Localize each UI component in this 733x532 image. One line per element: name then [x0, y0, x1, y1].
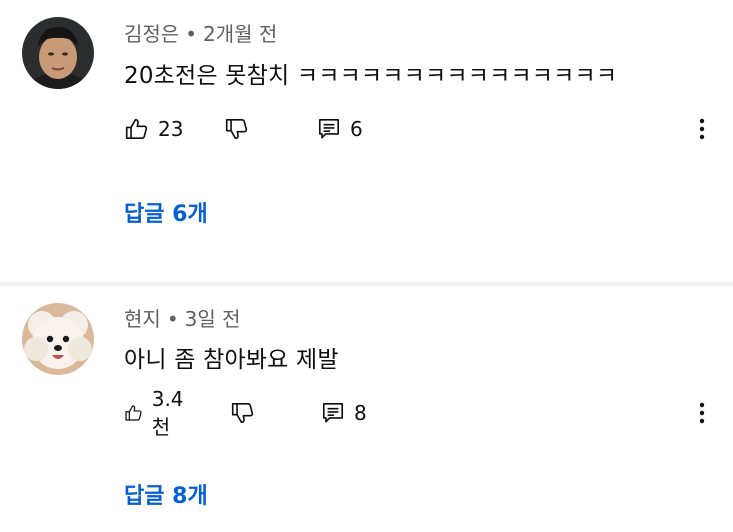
- thumbs-down-icon: [231, 402, 254, 424]
- thumbs-down-icon: [225, 118, 248, 140]
- comment-meta: 현지 • 3일 전: [124, 303, 241, 332]
- reply-button[interactable]: 8: [320, 398, 367, 428]
- reply-button[interactable]: 6: [316, 114, 363, 144]
- more-actions-button[interactable]: [690, 114, 714, 144]
- man-portrait-avatar-icon: [22, 17, 94, 89]
- comment-meta: 김정은 • 2개월 전: [124, 18, 277, 47]
- comment-text: 20초전은 못참치 ㅋㅋㅋㅋㅋㅋㅋㅋㅋㅋㅋㅋㅋㅋㅋ: [124, 63, 618, 89]
- meta-separator: •: [166, 307, 179, 331]
- thumbs-up-icon: [125, 118, 148, 140]
- dislike-button[interactable]: [224, 114, 250, 144]
- author-name[interactable]: 현지: [124, 307, 161, 331]
- more-actions-button[interactable]: [690, 398, 714, 428]
- more-vert-icon: [699, 402, 705, 424]
- white-dog-avatar-icon: [22, 303, 94, 375]
- meta-separator: •: [185, 22, 197, 46]
- comment-text: 아니 좀 참아봐요 제발: [124, 347, 339, 373]
- comment-time[interactable]: 2개월 전: [203, 22, 277, 46]
- reply-icon: [318, 118, 340, 139]
- author-name[interactable]: 김정은: [124, 22, 179, 46]
- more-vert-icon: [699, 118, 705, 140]
- avatar[interactable]: [22, 17, 94, 89]
- thumbs-up-icon: [125, 405, 142, 421]
- reply-count: 6: [350, 117, 363, 141]
- view-replies-link[interactable]: 답글 8개: [124, 478, 208, 510]
- reply-count: 8: [354, 401, 367, 425]
- like-count: 23: [158, 117, 184, 141]
- like-count: 3.4천: [151, 386, 184, 439]
- comment-item: 현지 • 3일 전 아니 좀 참아봐요 제발 3.4천 8 답글 8개: [0, 286, 733, 532]
- reply-icon: [322, 402, 344, 423]
- comment-time[interactable]: 3일 전: [185, 307, 241, 331]
- like-button[interactable]: 23: [124, 114, 183, 144]
- avatar[interactable]: [22, 303, 94, 375]
- view-replies-link[interactable]: 답글 6개: [124, 196, 208, 228]
- dislike-button[interactable]: [230, 398, 256, 428]
- comment-item: 김정은 • 2개월 전 20초전은 못참치 ㅋㅋㅋㅋㅋㅋㅋㅋㅋㅋㅋㅋㅋㅋㅋ 23 6: [0, 0, 733, 282]
- like-button[interactable]: 3.4천: [124, 387, 190, 439]
